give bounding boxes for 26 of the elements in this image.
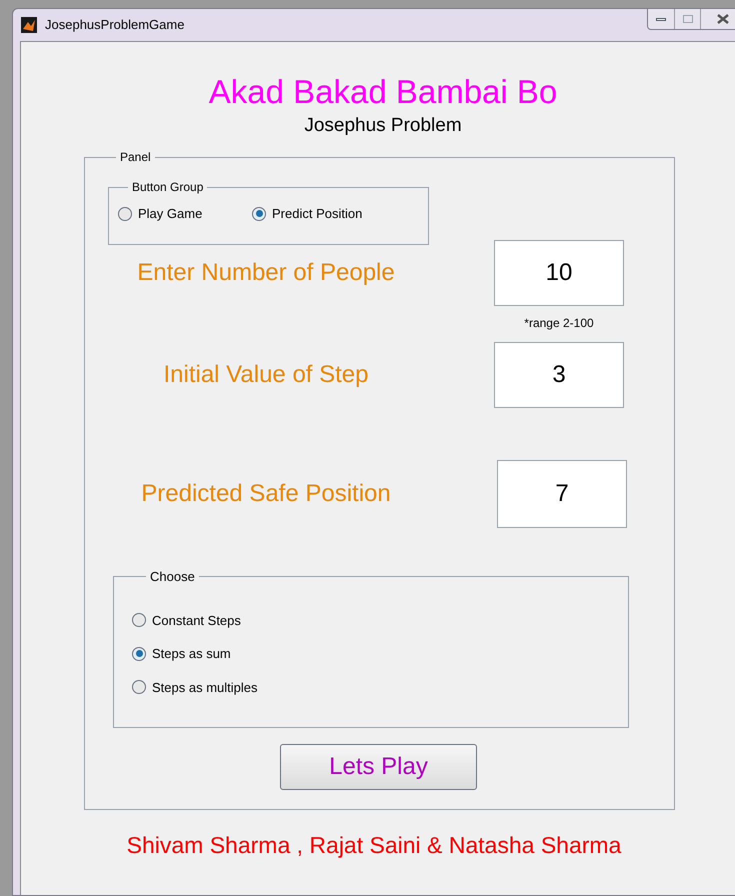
radio-button[interactable]: [132, 680, 146, 694]
field-label: Predicted Safe Position: [140, 479, 392, 509]
value-field[interactable]: 10: [494, 240, 624, 306]
radio-button[interactable]: [252, 206, 266, 221]
value-field[interactable]: 3: [494, 342, 624, 408]
range-hint: *range 2-100: [524, 315, 594, 332]
app-subtitle: Josephus Problem: [304, 114, 462, 138]
app-icon: [21, 17, 37, 33]
value-field[interactable]: 7: [497, 460, 627, 528]
window-title: JosephusProblemGame: [45, 16, 184, 34]
radio-option[interactable]: Constant Steps: [132, 610, 628, 630]
radio-option[interactable]: Steps as multiples: [132, 678, 628, 697]
radio-option[interactable]: Steps as sum: [132, 644, 628, 664]
choose-label: Choose: [149, 568, 196, 586]
button-group-label: Button Group: [131, 179, 204, 196]
radio-button[interactable]: [132, 646, 146, 661]
radio-option[interactable]: Play Game: [118, 204, 228, 224]
authors-credit: Shivam Sharma , Rajat Saini & Natasha Sharma: [126, 831, 622, 860]
radio-option[interactable]: Predict Position: [252, 204, 362, 224]
panel-label: Panel: [119, 149, 152, 166]
field-label: Enter Number of People: [136, 258, 396, 288]
app-title: Akad Bakad Bambai Bo: [208, 72, 558, 112]
radio-button[interactable]: [118, 206, 132, 221]
radio-button[interactable]: [132, 613, 146, 628]
field-label: Initial Value of Step: [162, 360, 370, 390]
play-button[interactable]: Lets Play: [280, 744, 477, 790]
